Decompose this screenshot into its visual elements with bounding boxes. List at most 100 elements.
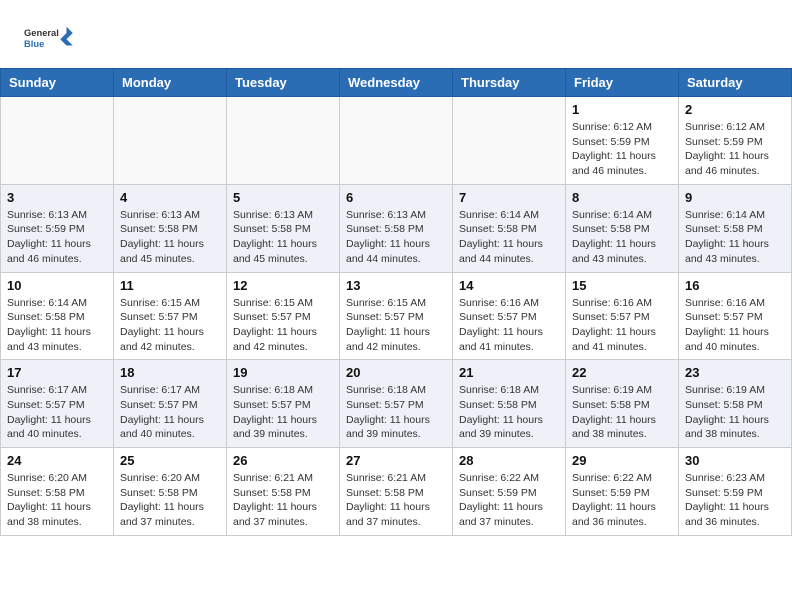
day-cell: 20 Sunrise: 6:18 AMSunset: 5:57 PMDayligh… — [340, 360, 453, 448]
day-cell: 3 Sunrise: 6:13 AMSunset: 5:59 PMDaylight… — [1, 184, 114, 272]
day-info: Sunrise: 6:16 AMSunset: 5:57 PMDaylight:… — [459, 296, 559, 355]
day-cell: 30 Sunrise: 6:23 AMSunset: 5:59 PMDayligh… — [679, 448, 792, 536]
day-cell: 18 Sunrise: 6:17 AMSunset: 5:57 PMDayligh… — [114, 360, 227, 448]
col-header-sunday: Sunday — [1, 69, 114, 97]
day-info: Sunrise: 6:23 AMSunset: 5:59 PMDaylight:… — [685, 471, 785, 530]
day-number: 6 — [346, 190, 446, 205]
day-info: Sunrise: 6:20 AMSunset: 5:58 PMDaylight:… — [120, 471, 220, 530]
day-info: Sunrise: 6:15 AMSunset: 5:57 PMDaylight:… — [346, 296, 446, 355]
day-cell: 24Sunrise: 6:20 AMSunset: 5:58 PMDayligh… — [1, 448, 114, 536]
day-number: 3 — [7, 190, 107, 205]
col-header-monday: Monday — [114, 69, 227, 97]
day-number: 19 — [233, 365, 333, 380]
col-header-wednesday: Wednesday — [340, 69, 453, 97]
day-number: 9 — [685, 190, 785, 205]
day-cell: 10 Sunrise: 6:14 AMSunset: 5:58 PMDayligh… — [1, 272, 114, 360]
day-cell — [453, 97, 566, 185]
col-header-friday: Friday — [566, 69, 679, 97]
day-number: 30 — [685, 453, 785, 468]
day-info: Sunrise: 6:15 AMSunset: 5:57 PMDaylight:… — [120, 296, 220, 355]
day-info: Sunrise: 6:18 AMSunset: 5:58 PMDaylight:… — [459, 383, 559, 442]
day-info: Sunrise: 6:19 AMSunset: 5:58 PMDaylight:… — [685, 383, 785, 442]
day-info: Sunrise: 6:13 AMSunset: 5:58 PMDaylight:… — [346, 208, 446, 267]
day-cell: 9 Sunrise: 6:14 AMSunset: 5:58 PMDaylight… — [679, 184, 792, 272]
day-number: 21 — [459, 365, 559, 380]
svg-text:General: General — [24, 28, 59, 38]
day-number: 2 — [685, 102, 785, 117]
day-cell: 2 Sunrise: 6:12 AMSunset: 5:59 PMDaylight… — [679, 97, 792, 185]
day-cell: 14 Sunrise: 6:16 AMSunset: 5:57 PMDayligh… — [453, 272, 566, 360]
day-cell: 25 Sunrise: 6:20 AMSunset: 5:58 PMDayligh… — [114, 448, 227, 536]
day-number: 14 — [459, 278, 559, 293]
day-info: Sunrise: 6:17 AMSunset: 5:57 PMDaylight:… — [120, 383, 220, 442]
week-row-1: 1 Sunrise: 6:12 AMSunset: 5:59 PMDaylight… — [1, 97, 792, 185]
day-info: Sunrise: 6:12 AMSunset: 5:59 PMDaylight:… — [572, 120, 672, 179]
day-cell: 17Sunrise: 6:17 AMSunset: 5:57 PMDayligh… — [1, 360, 114, 448]
day-info: Sunrise: 6:14 AMSunset: 5:58 PMDaylight:… — [7, 296, 107, 355]
day-number: 29 — [572, 453, 672, 468]
day-cell: 23 Sunrise: 6:19 AMSunset: 5:58 PMDayligh… — [679, 360, 792, 448]
day-number: 17 — [7, 365, 107, 380]
day-info: Sunrise: 6:16 AMSunset: 5:57 PMDaylight:… — [572, 296, 672, 355]
day-cell: 4 Sunrise: 6:13 AMSunset: 5:58 PMDaylight… — [114, 184, 227, 272]
day-info: Sunrise: 6:22 AMSunset: 5:59 PMDaylight:… — [459, 471, 559, 530]
calendar-table: SundayMondayTuesdayWednesdayThursdayFrid… — [0, 68, 792, 536]
day-cell: 8 Sunrise: 6:14 AMSunset: 5:58 PMDaylight… — [566, 184, 679, 272]
day-cell: 13 Sunrise: 6:15 AMSunset: 5:57 PMDayligh… — [340, 272, 453, 360]
page-header: General Blue — [0, 0, 792, 68]
day-number: 20 — [346, 365, 446, 380]
day-info: Sunrise: 6:14 AMSunset: 5:58 PMDaylight:… — [572, 208, 672, 267]
day-number: 12 — [233, 278, 333, 293]
day-info: Sunrise: 6:13 AMSunset: 5:59 PMDaylight:… — [7, 208, 107, 267]
day-info: Sunrise: 6:18 AMSunset: 5:57 PMDaylight:… — [233, 383, 333, 442]
day-cell: 12 Sunrise: 6:15 AMSunset: 5:57 PMDayligh… — [227, 272, 340, 360]
logo: General Blue — [24, 18, 74, 58]
day-info: Sunrise: 6:12 AMSunset: 5:59 PMDaylight:… — [685, 120, 785, 179]
day-info: Sunrise: 6:14 AMSunset: 5:58 PMDaylight:… — [459, 208, 559, 267]
day-number: 26 — [233, 453, 333, 468]
day-info: Sunrise: 6:15 AMSunset: 5:57 PMDaylight:… — [233, 296, 333, 355]
day-number: 4 — [120, 190, 220, 205]
day-number: 16 — [685, 278, 785, 293]
day-cell: 6 Sunrise: 6:13 AMSunset: 5:58 PMDaylight… — [340, 184, 453, 272]
week-row-5: 24Sunrise: 6:20 AMSunset: 5:58 PMDayligh… — [1, 448, 792, 536]
day-number: 1 — [572, 102, 672, 117]
col-header-thursday: Thursday — [453, 69, 566, 97]
day-number: 25 — [120, 453, 220, 468]
day-number: 27 — [346, 453, 446, 468]
day-number: 8 — [572, 190, 672, 205]
svg-text:Blue: Blue — [24, 39, 44, 49]
day-info: Sunrise: 6:18 AMSunset: 5:57 PMDaylight:… — [346, 383, 446, 442]
day-cell: 29Sunrise: 6:22 AMSunset: 5:59 PMDayligh… — [566, 448, 679, 536]
col-header-saturday: Saturday — [679, 69, 792, 97]
day-cell: 1 Sunrise: 6:12 AMSunset: 5:59 PMDaylight… — [566, 97, 679, 185]
day-cell: 11 Sunrise: 6:15 AMSunset: 5:57 PMDayligh… — [114, 272, 227, 360]
day-info: Sunrise: 6:13 AMSunset: 5:58 PMDaylight:… — [120, 208, 220, 267]
day-info: Sunrise: 6:19 AMSunset: 5:58 PMDaylight:… — [572, 383, 672, 442]
day-cell — [227, 97, 340, 185]
day-cell: 16 Sunrise: 6:16 AMSunset: 5:57 PMDayligh… — [679, 272, 792, 360]
calendar-header-row: SundayMondayTuesdayWednesdayThursdayFrid… — [1, 69, 792, 97]
day-cell: 27 Sunrise: 6:21 AMSunset: 5:58 PMDayligh… — [340, 448, 453, 536]
day-number: 10 — [7, 278, 107, 293]
day-info: Sunrise: 6:14 AMSunset: 5:58 PMDaylight:… — [685, 208, 785, 267]
day-number: 18 — [120, 365, 220, 380]
day-number: 22 — [572, 365, 672, 380]
day-info: Sunrise: 6:13 AMSunset: 5:58 PMDaylight:… — [233, 208, 333, 267]
week-row-2: 3 Sunrise: 6:13 AMSunset: 5:59 PMDaylight… — [1, 184, 792, 272]
day-info: Sunrise: 6:21 AMSunset: 5:58 PMDaylight:… — [346, 471, 446, 530]
day-cell: 5Sunrise: 6:13 AMSunset: 5:58 PMDaylight… — [227, 184, 340, 272]
day-number: 15 — [572, 278, 672, 293]
day-info: Sunrise: 6:16 AMSunset: 5:57 PMDaylight:… — [685, 296, 785, 355]
day-number: 13 — [346, 278, 446, 293]
day-number: 23 — [685, 365, 785, 380]
day-cell: 19 Sunrise: 6:18 AMSunset: 5:57 PMDayligh… — [227, 360, 340, 448]
day-cell: 22 Sunrise: 6:19 AMSunset: 5:58 PMDayligh… — [566, 360, 679, 448]
day-number: 11 — [120, 278, 220, 293]
day-cell: 26 Sunrise: 6:21 AMSunset: 5:58 PMDayligh… — [227, 448, 340, 536]
day-cell — [1, 97, 114, 185]
day-cell: 15 Sunrise: 6:16 AMSunset: 5:57 PMDayligh… — [566, 272, 679, 360]
day-cell — [340, 97, 453, 185]
day-info: Sunrise: 6:21 AMSunset: 5:58 PMDaylight:… — [233, 471, 333, 530]
day-cell — [114, 97, 227, 185]
